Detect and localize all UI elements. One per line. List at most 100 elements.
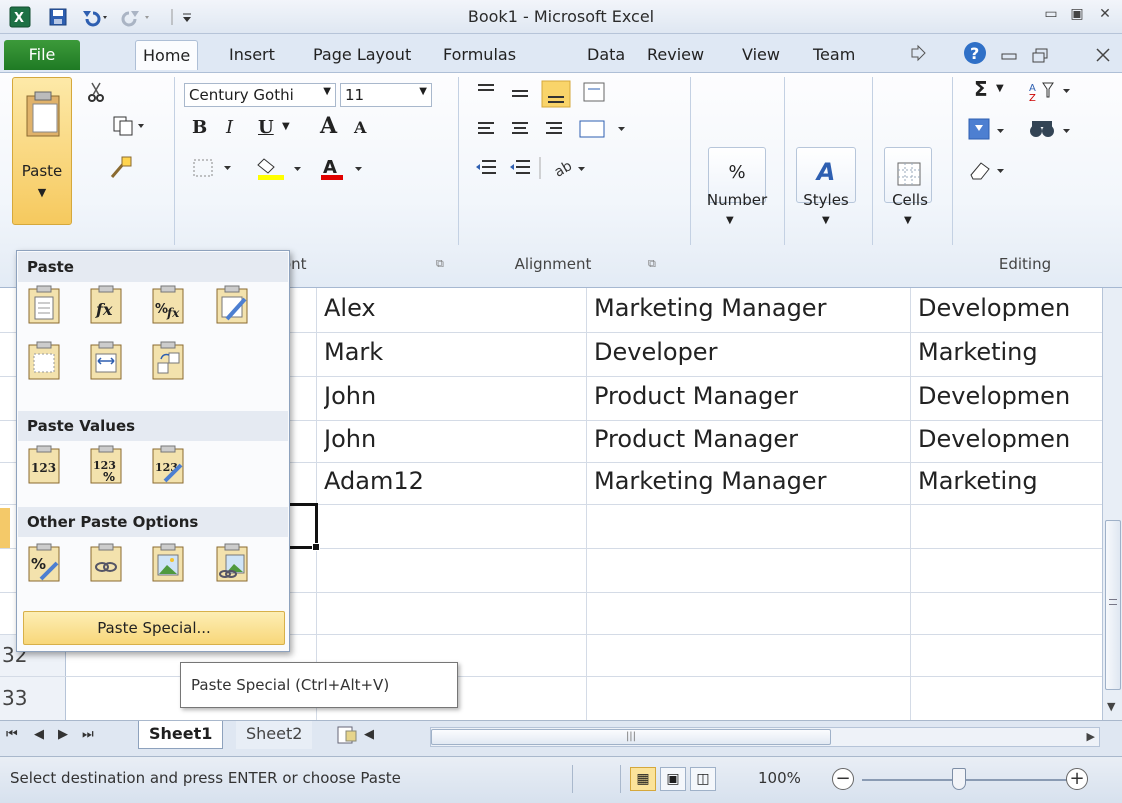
fill-icon[interactable]	[966, 115, 1012, 145]
bold-button[interactable]: B	[192, 117, 207, 138]
page-layout-view-icon[interactable]: ▣	[660, 767, 686, 791]
paste-no-borders-icon[interactable]	[25, 341, 63, 381]
sheet-tab-sheet2[interactable]: Sheet2	[236, 721, 313, 749]
workbook-close-icon[interactable]	[1092, 44, 1114, 66]
paste-picture-icon[interactable]	[149, 543, 187, 583]
scroll-right-arrow-icon[interactable]: ▶	[1087, 730, 1095, 743]
underline-button[interactable]: U	[258, 117, 274, 138]
paste-values-source-formatting-icon[interactable]: 123	[149, 445, 187, 485]
close-button[interactable]: ✕	[1094, 6, 1116, 26]
font-color-button[interactable]: A	[318, 153, 374, 183]
font-dialog-launcher-icon[interactable]: ⧉	[436, 257, 444, 271]
workbook-minimize-icon[interactable]	[998, 44, 1020, 66]
collapse-ribbon-icon[interactable]	[906, 42, 932, 64]
font-name-combo[interactable]: Century Gothi ▼	[184, 83, 336, 107]
vertical-scrollbar[interactable]: ▼	[1102, 288, 1122, 736]
cut-icon[interactable]	[82, 79, 110, 105]
paste-transpose-icon[interactable]	[149, 341, 187, 381]
autosum-icon[interactable]: Σ	[974, 77, 988, 101]
indent-orientation-buttons[interactable]: ab	[468, 153, 598, 185]
paste-button[interactable]: Paste ▼	[12, 77, 72, 225]
number-button-label[interactable]: Number	[694, 191, 780, 209]
zoom-level[interactable]: 100%	[758, 769, 801, 787]
cell[interactable]: Adam12	[324, 467, 582, 495]
shrink-font-button[interactable]: A	[354, 118, 366, 137]
cell[interactable]: Mark	[324, 338, 582, 366]
zoom-slider-thumb[interactable]	[952, 768, 966, 790]
number-dropdown-icon[interactable]: ▼	[726, 215, 734, 226]
italic-button[interactable]: I	[226, 117, 233, 138]
workbook-restore-icon[interactable]	[1030, 44, 1052, 66]
styles-dropdown-icon[interactable]: ▼	[822, 215, 830, 226]
fill-handle[interactable]	[312, 543, 320, 551]
underline-dropdown-icon[interactable]: ▼	[282, 121, 290, 132]
cell[interactable]: Marketing Manager	[594, 294, 906, 322]
cell[interactable]: Developer	[594, 338, 906, 366]
cell[interactable]: Product Manager	[594, 425, 906, 453]
clear-icon[interactable]	[966, 155, 1012, 185]
horizontal-scrollbar-thumb[interactable]: |||	[431, 729, 831, 745]
tab-file[interactable]: File	[4, 40, 80, 70]
paste-formulas-number-formatting-icon[interactable]: % fx	[149, 285, 187, 325]
normal-view-icon[interactable]: ▦	[630, 767, 656, 791]
restore-button[interactable]: ▣	[1066, 6, 1088, 26]
first-sheet-icon[interactable]: ⏮	[6, 727, 18, 742]
find-select-icon[interactable]	[1026, 115, 1076, 145]
cell[interactable]: John	[324, 382, 582, 410]
borders-icon[interactable]	[190, 153, 240, 183]
zoom-slider-track[interactable]	[862, 779, 1072, 781]
zoom-in-icon[interactable]: +	[1066, 768, 1088, 790]
paste-formulas-icon[interactable]: fx	[87, 285, 125, 325]
sheet-tab-sheet1[interactable]: Sheet1	[138, 721, 224, 749]
horizontal-align-buttons[interactable]	[468, 115, 638, 147]
paste-keep-column-widths-icon[interactable]	[87, 341, 125, 381]
paste-values-number-formatting-icon[interactable]: 123%	[87, 445, 125, 485]
insert-sheet-icon[interactable]	[336, 725, 358, 749]
cell[interactable]: John	[324, 425, 582, 453]
tab-data[interactable]: Data	[580, 40, 632, 70]
tab-insert[interactable]: Insert	[222, 40, 282, 70]
paste-formatting-icon[interactable]: %	[25, 543, 63, 583]
tab-page-layout[interactable]: Page Layout	[306, 40, 418, 70]
format-painter-icon[interactable]	[106, 153, 136, 183]
minimize-button[interactable]: ▭	[1040, 6, 1062, 26]
vertical-align-buttons[interactable]	[468, 77, 628, 111]
help-icon[interactable]: ?	[962, 42, 988, 64]
cell[interactable]: Marketing Manager	[594, 467, 906, 495]
alignment-dialog-launcher-icon[interactable]: ⧉	[648, 257, 656, 271]
cells-dropdown-icon[interactable]: ▼	[904, 215, 912, 226]
page-break-view-icon[interactable]: ◫	[690, 767, 716, 791]
prev-sheet-icon[interactable]: ◀	[34, 727, 44, 742]
sort-filter-icon[interactable]: AZ	[1026, 77, 1076, 105]
grow-font-button[interactable]: A	[320, 113, 337, 139]
cell[interactable]: Marketing	[918, 467, 1102, 495]
cells-button-label[interactable]: Cells	[884, 191, 936, 209]
cell[interactable]: Marketing	[918, 338, 1102, 366]
autosum-dropdown-icon[interactable]: ▼	[996, 83, 1004, 94]
last-sheet-icon[interactable]: ⏭	[82, 727, 94, 742]
tab-review[interactable]: Review	[640, 40, 711, 70]
cell[interactable]: Developmen	[918, 294, 1102, 322]
paste-icon[interactable]	[25, 285, 63, 325]
paste-keep-source-formatting-icon[interactable]	[213, 285, 251, 325]
tab-formulas[interactable]: Formulas	[436, 40, 523, 70]
tab-home[interactable]: Home	[135, 40, 199, 70]
horizontal-scrollbar[interactable]: ||| ▶	[430, 727, 1100, 747]
tab-view[interactable]: View	[735, 40, 787, 70]
vertical-scrollbar-thumb[interactable]	[1105, 520, 1121, 690]
paste-linked-picture-icon[interactable]	[213, 543, 251, 583]
cell[interactable]: Developmen	[918, 382, 1102, 410]
cell[interactable]: Developmen	[918, 425, 1102, 453]
tab-team[interactable]: Team	[806, 40, 862, 70]
paste-special-button[interactable]: Paste Special...	[23, 611, 285, 645]
font-size-combo[interactable]: 11 ▼	[340, 83, 432, 107]
styles-button-label[interactable]: Styles	[792, 191, 860, 209]
copy-icon[interactable]	[100, 113, 148, 139]
zoom-out-icon[interactable]: −	[832, 768, 854, 790]
next-sheet-icon[interactable]: ▶	[58, 727, 68, 742]
cell[interactable]: Product Manager	[594, 382, 906, 410]
paste-values-icon[interactable]: 123	[25, 445, 63, 485]
paste-link-icon[interactable]	[87, 543, 125, 583]
sheet-scroll-left-icon[interactable]: ◀	[364, 727, 374, 742]
row-header-33[interactable]: 33	[0, 677, 66, 720]
